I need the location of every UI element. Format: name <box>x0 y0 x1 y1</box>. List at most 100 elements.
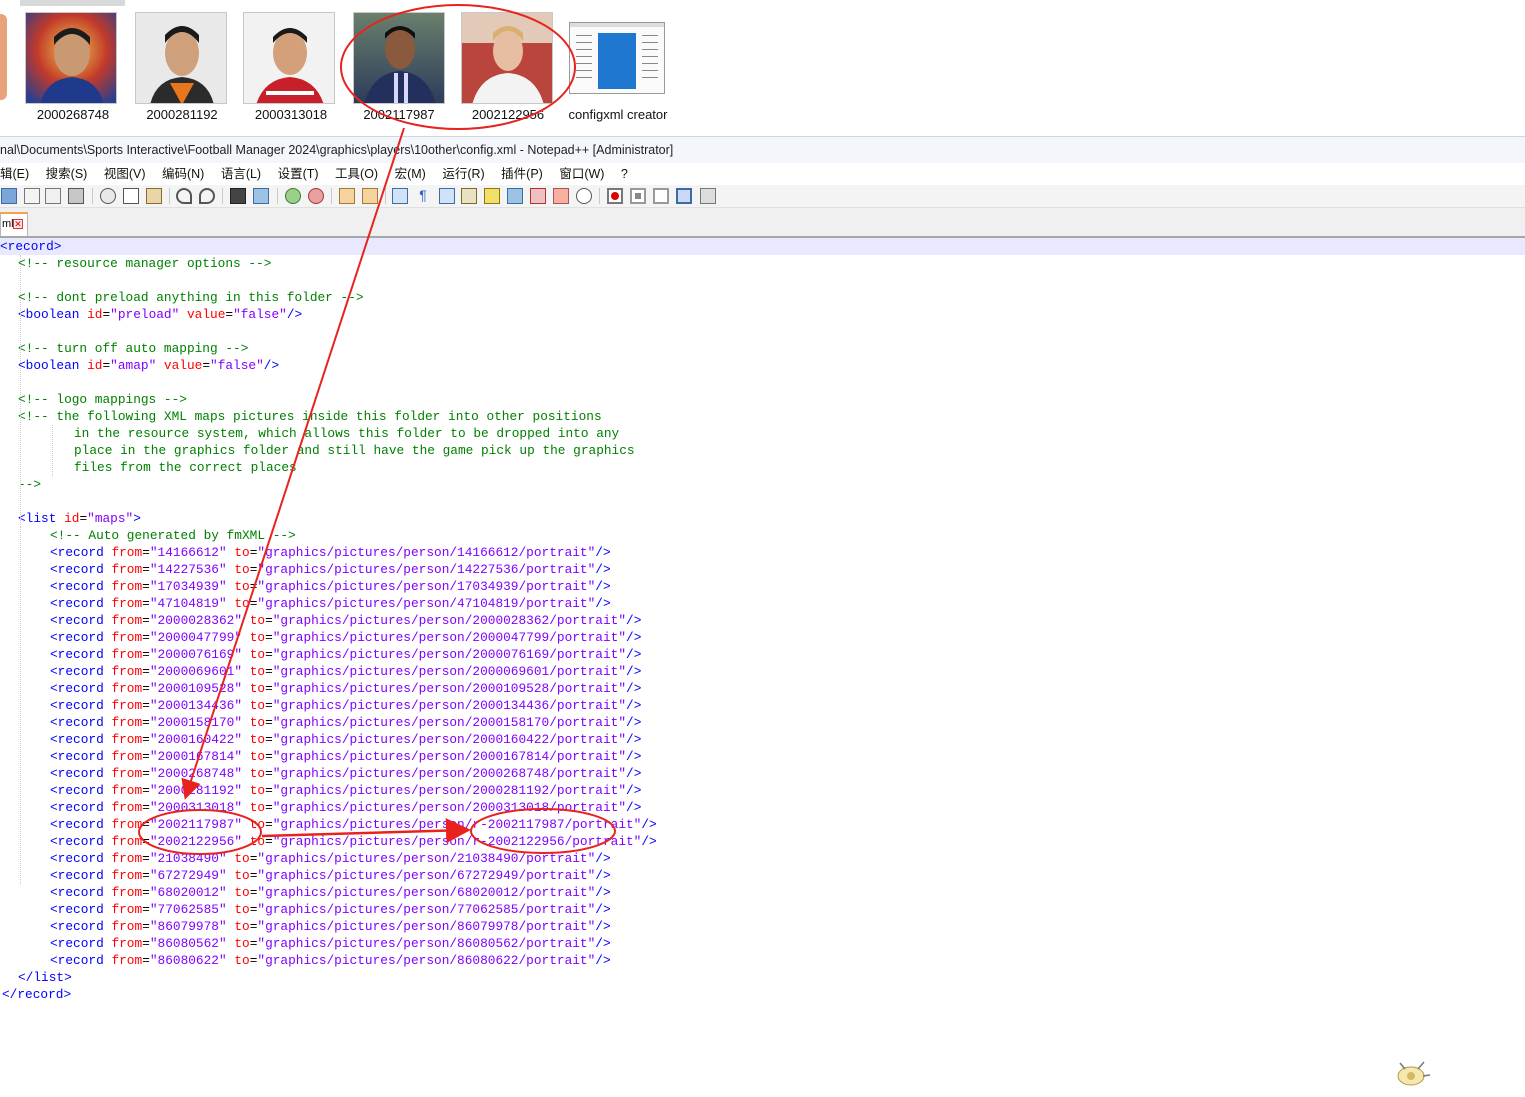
menu-search[interactable]: 搜索(S) <box>46 163 88 185</box>
copy-file-icon[interactable] <box>1 188 17 204</box>
record-macro-icon[interactable] <box>607 188 623 204</box>
function-list-icon[interactable] <box>530 188 546 204</box>
monitoring-icon[interactable] <box>576 188 592 204</box>
code-line[interactable] <box>0 272 1525 289</box>
code-line[interactable]: <record from="86079978" to="graphics/pic… <box>0 918 1525 935</box>
code-line[interactable]: <record from="17034939" to="graphics/pic… <box>0 578 1525 595</box>
zoom-out-icon[interactable] <box>308 188 324 204</box>
code-line[interactable]: <record from="77062585" to="graphics/pic… <box>0 901 1525 918</box>
thumbnail-label: 2000281192 <box>146 107 218 122</box>
tab-config-xml[interactable]: ml ✕ <box>0 212 28 236</box>
code-line[interactable]: in the resource system, which allows thi… <box>0 425 1525 442</box>
code-line[interactable]: <record from="2000160422" to="graphics/p… <box>0 731 1525 748</box>
menu-tools[interactable]: 工具(O) <box>335 163 378 185</box>
play-macro-icon[interactable] <box>653 188 669 204</box>
menu-encoding[interactable]: 编码(N) <box>162 163 204 185</box>
player-thumbnail[interactable] <box>25 12 117 104</box>
code-line[interactable]: <record from="14227536" to="graphics/pic… <box>0 561 1525 578</box>
code-line[interactable]: <record from="2000069601" to="graphics/p… <box>0 663 1525 680</box>
code-line[interactable]: --> <box>0 476 1525 493</box>
code-line[interactable]: </list> <box>0 969 1525 986</box>
replace-icon[interactable] <box>253 188 269 204</box>
paste-icon[interactable] <box>146 188 162 204</box>
player-thumbnail[interactable] <box>135 12 227 104</box>
thumbnail-label: 2002117987 <box>363 107 435 122</box>
menu-view[interactable]: 视图(V) <box>104 163 146 185</box>
code-line[interactable]: <record from="2000047799" to="graphics/p… <box>0 629 1525 646</box>
code-line[interactable]: <record from="68020012" to="graphics/pic… <box>0 884 1525 901</box>
code-line[interactable]: <record from="14166612" to="graphics/pic… <box>0 544 1525 561</box>
floating-widget-icon[interactable] <box>1392 1055 1432 1091</box>
window-title: nal\Documents\Sports Interactive\Footbal… <box>0 143 674 157</box>
print-icon[interactable] <box>68 188 84 204</box>
code-line[interactable]: <record from="2000158170" to="graphics/p… <box>0 714 1525 731</box>
code-line[interactable]: <record from="2000076169" to="graphics/p… <box>0 646 1525 663</box>
code-line[interactable]: </record> <box>0 986 1525 1003</box>
document-file-icon[interactable] <box>569 22 665 94</box>
code-line[interactable] <box>0 374 1525 391</box>
code-line[interactable]: <boolean id="preload" value="false"/> <box>0 306 1525 323</box>
indent-guide-icon[interactable] <box>439 188 455 204</box>
document-list-icon[interactable] <box>507 188 523 204</box>
run-macro-multiple-icon[interactable] <box>676 188 692 204</box>
code-line[interactable]: <list id="maps"> <box>0 510 1525 527</box>
menu-help[interactable]: ? <box>621 163 628 185</box>
partial-thumbnail[interactable] <box>0 14 7 100</box>
code-line[interactable]: <record from="47104819" to="graphics/pic… <box>0 595 1525 612</box>
zoom-in-icon[interactable] <box>285 188 301 204</box>
player-thumbnail[interactable] <box>243 12 335 104</box>
code-line[interactable]: files from the correct places <box>0 459 1525 476</box>
close-all-icon[interactable] <box>45 188 61 204</box>
undo-icon[interactable] <box>176 188 192 204</box>
code-line[interactable] <box>0 323 1525 340</box>
redo-icon[interactable] <box>199 188 215 204</box>
code-line[interactable] <box>0 493 1525 510</box>
code-line[interactable]: <record from="67272949" to="graphics/pic… <box>0 867 1525 884</box>
code-line[interactable]: <boolean id="amap" value="false"/> <box>0 357 1525 374</box>
user-language-icon[interactable] <box>461 188 477 204</box>
code-line[interactable]: <record> <box>0 238 1525 255</box>
cut-icon[interactable] <box>100 188 116 204</box>
code-line[interactable]: <record from="2000167814" to="graphics/p… <box>0 748 1525 765</box>
code-line[interactable]: <!-- turn off auto mapping --> <box>0 340 1525 357</box>
close-icon[interactable]: ✕ <box>13 219 23 229</box>
code-line[interactable]: <record from="2000313018" to="graphics/p… <box>0 799 1525 816</box>
code-line[interactable]: <!-- Auto generated by fmXML --> <box>0 527 1525 544</box>
menu-macro[interactable]: 宏(M) <box>395 163 426 185</box>
code-line[interactable]: <!-- dont preload anything in this folde… <box>0 289 1525 306</box>
save-macro-icon[interactable] <box>700 188 716 204</box>
menu-language[interactable]: 语言(L) <box>221 163 261 185</box>
menu-settings[interactable]: 设置(T) <box>278 163 319 185</box>
code-line[interactable]: <record from="2000134436" to="graphics/p… <box>0 697 1525 714</box>
menu-run[interactable]: 运行(R) <box>442 163 484 185</box>
folder-workspace-icon[interactable] <box>553 188 569 204</box>
code-line[interactable]: <record from="2000109528" to="graphics/p… <box>0 680 1525 697</box>
document-map-icon[interactable] <box>484 188 500 204</box>
code-line[interactable]: <!-- logo mappings --> <box>0 391 1525 408</box>
code-line[interactable]: <record from="2000281192" to="graphics/p… <box>0 782 1525 799</box>
code-line[interactable]: <record from="2002117987" to="graphics/p… <box>0 816 1525 833</box>
menu-window[interactable]: 窗口(W) <box>559 163 604 185</box>
code-line[interactable]: <record from="86080562" to="graphics/pic… <box>0 935 1525 952</box>
menu-plugins[interactable]: 插件(P) <box>501 163 543 185</box>
editor-text-area[interactable]: <record> <!-- resource manager options --… <box>0 238 1525 1097</box>
player-thumbnail[interactable] <box>353 12 445 104</box>
player-thumbnail[interactable] <box>461 12 553 104</box>
code-line[interactable]: <!-- resource manager options --> <box>0 255 1525 272</box>
code-line[interactable]: <record from="2002122956" to="graphics/p… <box>0 833 1525 850</box>
code-line[interactable]: <!-- the following XML maps pictures ins… <box>0 408 1525 425</box>
code-line[interactable]: <record from="21038490" to="graphics/pic… <box>0 850 1525 867</box>
stop-macro-icon[interactable] <box>630 188 646 204</box>
code-line[interactable]: <record from="2000268748" to="graphics/p… <box>0 765 1525 782</box>
find-icon[interactable] <box>230 188 246 204</box>
word-wrap-icon[interactable] <box>392 188 408 204</box>
close-file-icon[interactable] <box>24 188 40 204</box>
show-all-characters-icon[interactable]: ¶ <box>415 188 431 204</box>
menu-edit[interactable]: 辑(E) <box>0 163 29 185</box>
sync-horizontal-icon[interactable] <box>362 188 378 204</box>
copy-icon[interactable] <box>123 188 139 204</box>
code-line[interactable]: <record from="2000028362" to="graphics/p… <box>0 612 1525 629</box>
sync-vertical-icon[interactable] <box>339 188 355 204</box>
code-line[interactable]: <record from="86080622" to="graphics/pic… <box>0 952 1525 969</box>
code-line[interactable]: place in the graphics folder and still h… <box>0 442 1525 459</box>
